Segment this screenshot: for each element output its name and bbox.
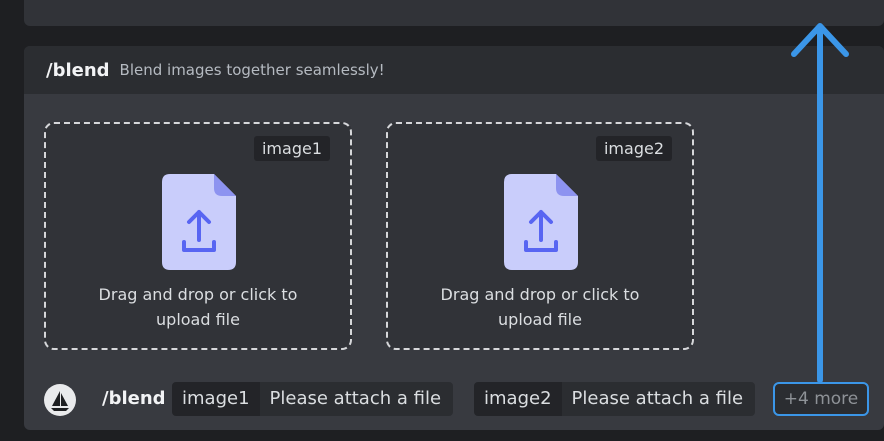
dropzone-instructions: Drag and drop or click to upload file [46, 282, 350, 332]
option-value[interactable]: Please attach a file [561, 382, 756, 416]
dropzone-image1[interactable]: image1 Drag and drop or click to upload … [44, 122, 352, 350]
file-upload-icon [162, 174, 236, 270]
command-header: /blend Blend images together seamlessly! [24, 46, 884, 94]
input-command-name: /blend [102, 388, 166, 409]
file-upload-icon [504, 174, 578, 270]
option-name[interactable]: image2 [474, 382, 562, 416]
dropzone-text-line1: Drag and drop or click to [98, 285, 298, 304]
dropzone-tag: image2 [595, 136, 672, 161]
sailboat-avatar-icon [44, 384, 76, 416]
dropzone-text-line1: Drag and drop or click to [440, 285, 640, 304]
dropzone-text-line2: upload file [498, 310, 582, 329]
dropzone-text-line2: upload file [156, 310, 240, 329]
dropzone-image2[interactable]: image2 Drag and drop or click to upload … [386, 122, 694, 350]
up-arrow-icon [791, 23, 849, 383]
dropzone-instructions: Drag and drop or click to upload file [388, 282, 692, 332]
slash-command-panel: /blend Blend images together seamlessly!… [24, 46, 884, 430]
command-name: /blend [46, 59, 110, 81]
command-description: Blend images together seamlessly! [119, 61, 385, 79]
command-input-bar: /blend image1 Please attach a file image… [24, 380, 884, 420]
more-options-button[interactable]: +4 more [773, 382, 869, 416]
option-image1[interactable]: image1 Please attach a file [172, 382, 454, 416]
dropzone-tag: image1 [253, 136, 330, 161]
option-image2[interactable]: image2 Please attach a file [474, 382, 756, 416]
option-name[interactable]: image1 [172, 382, 260, 416]
previous-message-strip [24, 0, 884, 26]
option-value[interactable]: Please attach a file [259, 382, 454, 416]
